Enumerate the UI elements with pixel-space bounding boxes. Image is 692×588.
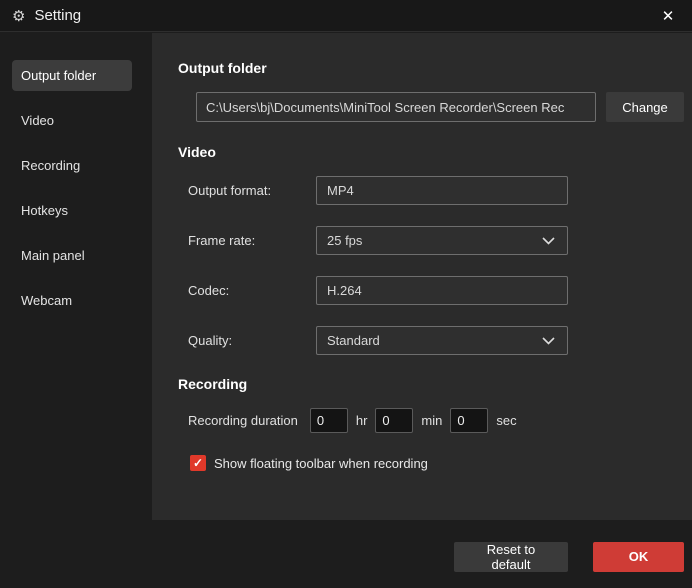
sidebar-item-output-folder[interactable]: Output folder (12, 60, 132, 91)
chevron-down-icon (542, 237, 555, 245)
titlebar: ⚙ Setting ✕ (0, 0, 692, 32)
codec-input[interactable] (316, 276, 568, 305)
codec-label: Codec: (188, 283, 316, 298)
sidebar-item-video[interactable]: Video (12, 105, 132, 136)
show-floating-toolbar-checkbox[interactable]: ✓ (190, 455, 206, 471)
settings-content: Output folder Change Video Output format… (152, 33, 692, 520)
output-folder-row: Change (196, 92, 692, 122)
codec-row: Codec: (188, 276, 692, 305)
ok-button[interactable]: OK (593, 542, 684, 572)
chevron-down-icon (542, 337, 555, 345)
sidebar-item-hotkeys[interactable]: Hotkeys (12, 195, 132, 226)
change-folder-button[interactable]: Change (606, 92, 684, 122)
window-title: Setting (34, 7, 81, 24)
output-folder-path-input[interactable] (196, 92, 596, 122)
frame-rate-label: Frame rate: (188, 233, 316, 248)
recording-duration-row: Recording duration hr min sec (188, 408, 692, 433)
output-folder-section-title: Output folder (178, 60, 692, 76)
video-section-title: Video (178, 144, 692, 160)
quality-row: Quality: Standard (188, 326, 692, 355)
quality-label: Quality: (188, 333, 316, 348)
frame-rate-select[interactable]: 25 fps (316, 226, 568, 255)
output-format-label: Output format: (188, 183, 316, 198)
recording-section-title: Recording (178, 376, 692, 392)
sec-unit-label: sec (496, 413, 516, 428)
sidebar-item-main-panel[interactable]: Main panel (12, 240, 132, 271)
show-floating-toolbar-label: Show floating toolbar when recording (214, 456, 428, 471)
min-unit-label: min (421, 413, 442, 428)
sidebar-item-recording[interactable]: Recording (12, 150, 132, 181)
sidebar: Output folder Video Recording Hotkeys Ma… (0, 33, 152, 588)
duration-min-input[interactable] (375, 408, 413, 433)
sidebar-item-webcam[interactable]: Webcam (12, 285, 132, 316)
floating-toolbar-row: ✓ Show floating toolbar when recording (190, 455, 692, 471)
footer: Reset to default OK (152, 542, 684, 571)
hr-unit-label: hr (356, 413, 368, 428)
frame-rate-value: 25 fps (327, 233, 362, 248)
output-format-input[interactable] (316, 176, 568, 205)
recording-duration-label: Recording duration (188, 413, 298, 428)
close-icon[interactable]: ✕ (656, 4, 680, 28)
frame-rate-row: Frame rate: 25 fps (188, 226, 692, 255)
quality-value: Standard (327, 333, 380, 348)
duration-sec-input[interactable] (450, 408, 488, 433)
duration-hr-input[interactable] (310, 408, 348, 433)
quality-select[interactable]: Standard (316, 326, 568, 355)
settings-gear-icon: ⚙ (12, 7, 25, 25)
output-format-row: Output format: (188, 176, 692, 205)
reset-to-default-button[interactable]: Reset to default (454, 542, 568, 572)
